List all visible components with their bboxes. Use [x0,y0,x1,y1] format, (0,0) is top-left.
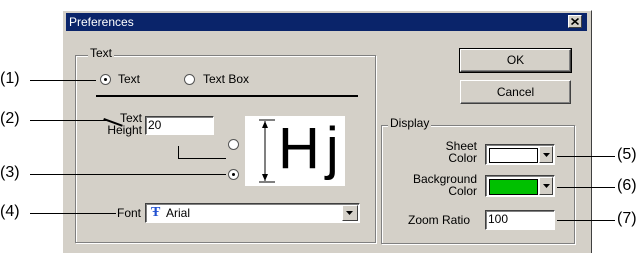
callout-7-line [557,220,615,221]
cancel-button[interactable]: Cancel [460,80,571,104]
callout-7: (7) [617,210,637,227]
callout-1-line [30,80,96,81]
sheet-color-label-line2: Color [448,151,477,165]
title-bar[interactable] [66,13,587,31]
callout-6: (6) [617,177,637,194]
radio-textbox[interactable] [184,74,195,85]
text-group-label: Text [88,46,115,60]
text-preview: Hj [245,116,345,186]
connector-h [178,158,226,159]
radio-preview-char[interactable] [228,169,239,180]
close-button[interactable] [568,15,582,28]
dropdown-arrow-icon [542,152,550,157]
callout-6-line [557,187,615,188]
font-dropdown-button[interactable] [342,205,358,221]
zoom-ratio-label: Zoom Ratio [408,213,471,227]
callout-2: (2) [0,110,20,127]
preview-text: Hj [278,116,345,181]
background-color-swatch [489,179,538,195]
font-type-icon: Ŧ [151,205,161,220]
radio-text-label: Text [118,72,141,86]
callout-4: (4) [0,203,20,220]
font-select[interactable]: Ŧ Arial [145,203,360,223]
sheet-color-swatch [489,148,538,163]
callout-1: (1) [0,70,20,87]
sheet-color-label: Sheet Color [405,140,477,164]
callout-5-line [557,156,615,157]
radio-text[interactable] [100,74,111,85]
radio-separator [96,95,358,97]
close-icon [571,18,579,25]
zoom-ratio-input[interactable]: 100 [485,210,555,230]
background-color-label-line2: Color [448,184,477,198]
background-color-picker[interactable] [485,175,555,197]
sheet-color-picker[interactable] [485,144,555,165]
callout-3: (3) [0,164,20,181]
callout-2-line [30,120,106,121]
text-height-input[interactable]: 20 [145,116,214,135]
font-label: Font [117,206,142,220]
ok-button[interactable]: OK [459,48,572,73]
radio-textbox-label: Text Box [203,72,250,86]
callout-3-line [30,174,226,175]
dropdown-arrow-icon [542,184,550,188]
callout-4-line [30,213,116,214]
display-group-label: Display [388,116,432,130]
height-dimension-icon [259,119,275,183]
radio-preview-cell[interactable] [228,139,239,150]
sheet-color-dropdown[interactable] [539,146,553,163]
background-color-dropdown[interactable] [539,177,553,195]
dialog-title: Preferences [69,15,134,29]
dropdown-arrow-icon [346,211,353,215]
font-select-value: Arial [166,206,191,220]
background-color-label: Background Color [405,173,477,197]
callout-5: (5) [617,146,637,163]
